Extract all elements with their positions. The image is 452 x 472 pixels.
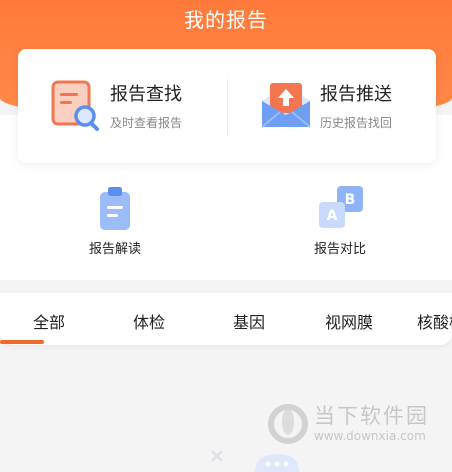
svg-text:A: A xyxy=(327,208,338,224)
report-actions-card: 报告查找 及时查看报告 报告推送 历史报告找回 xyxy=(18,49,436,163)
report-push-button[interactable]: 报告推送 历史报告找回 xyxy=(260,77,430,137)
svg-text:B: B xyxy=(345,192,356,208)
tab-gene[interactable]: 基因 xyxy=(233,309,265,333)
tab-checkup[interactable]: 体检 xyxy=(133,309,165,333)
page-title: 我的报告 xyxy=(184,8,268,32)
report-search-button[interactable]: 报告查找 及时查看报告 xyxy=(50,77,230,137)
report-push-icon xyxy=(261,83,311,128)
report-interpret-button[interactable]: 报告解读 xyxy=(55,184,175,257)
tab-retina[interactable]: 视网膜 xyxy=(325,309,373,333)
watermark-url: www.downxia.com xyxy=(314,429,426,443)
tab-nucleic-acid[interactable]: 核酸检 xyxy=(417,309,452,333)
report-category-tabs: 全部 体检 基因 视网膜 核酸检 xyxy=(0,293,452,345)
ab-compare-icon: B A xyxy=(319,186,363,228)
report-push-subtitle: 历史报告找回 xyxy=(320,116,393,130)
report-interpret-label: 报告解读 xyxy=(88,242,141,257)
active-tab-indicator xyxy=(0,340,44,344)
report-push-title: 报告推送 xyxy=(320,84,392,105)
tab-all[interactable]: 全部 xyxy=(33,309,65,333)
watermark-name: 当下软件园 xyxy=(314,404,429,428)
report-search-title: 报告查找 xyxy=(110,84,182,105)
report-compare-button[interactable]: B A 报告对比 xyxy=(280,184,400,257)
card-divider xyxy=(227,79,228,135)
clipboard-icon xyxy=(100,187,130,230)
report-search-icon xyxy=(51,80,99,131)
report-compare-label: 报告对比 xyxy=(313,242,366,257)
report-search-subtitle: 及时查看报告 xyxy=(110,116,183,130)
